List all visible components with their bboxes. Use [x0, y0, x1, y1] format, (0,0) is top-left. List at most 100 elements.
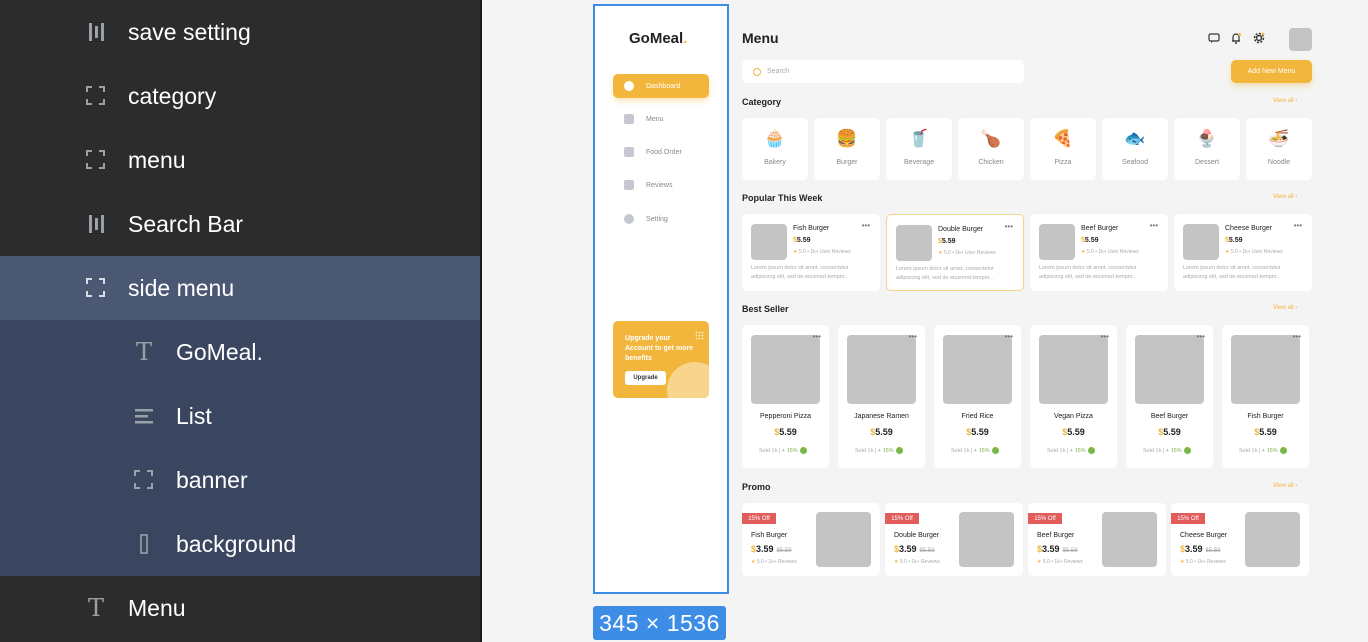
more-icon[interactable]: •••	[1101, 332, 1109, 341]
burger-icon: 🍔	[836, 129, 858, 148]
view-all-link[interactable]: View all ›	[1273, 483, 1297, 489]
discount-badge: 15% Off	[1171, 513, 1205, 524]
best-seller-card[interactable]: ••• Japanese Ramen $5.59 Sold 1k | + 15%	[838, 325, 925, 468]
food-image	[1102, 512, 1157, 567]
section-title-category: Category	[742, 97, 782, 107]
category-card[interactable]: 🥤 Beverage	[886, 118, 952, 180]
layer-menu[interactable]: menu	[0, 128, 480, 192]
star-icon: ★	[894, 559, 899, 565]
best-seller-card[interactable]: ••• Fish Burger $5.59 Sold 1k | + 15%	[1222, 325, 1309, 468]
layer-search-bar[interactable]: Search Bar	[0, 192, 480, 256]
add-new-menu-button[interactable]: Add New Menu	[1231, 60, 1312, 83]
food-image	[1039, 335, 1108, 404]
promo-card[interactable]: 15% Off Fish Burger $3.59 $5.59 ★ 5.0 • 1…	[742, 503, 880, 576]
sold-info: Sold 1k | + 15%	[1143, 447, 1191, 454]
category-card[interactable]: 🍔 Burger	[814, 118, 880, 180]
page-title: Menu	[742, 30, 779, 46]
category-card[interactable]: 🍨 Dessert	[1174, 118, 1240, 180]
layer-category[interactable]: category	[0, 64, 480, 128]
more-icon[interactable]: •••	[909, 332, 917, 341]
category-label: Bakery	[764, 159, 786, 166]
popular-card[interactable]: Beef Burger $5.59 ★ 5.0 • 1k+ User Revie…	[1030, 214, 1168, 291]
section-title-promo: Promo	[742, 482, 771, 492]
popular-card[interactable]: Double Burger $5.59 ★ 5.0 • 1k+ User Rev…	[886, 214, 1024, 291]
bell-icon[interactable]	[1230, 32, 1242, 44]
nav-menu[interactable]: Menu	[613, 107, 709, 131]
more-icon[interactable]: •••	[1197, 332, 1205, 341]
layer-side-menu[interactable]: side menu	[0, 256, 480, 320]
best-seller-card[interactable]: ••• Pepperoni Pizza $5.59 Sold 1k | + 15…	[742, 325, 829, 468]
text-icon: T	[135, 338, 152, 366]
category-label: Chicken	[978, 159, 1004, 166]
promo-card[interactable]: 15% Off Beef Burger $3.59 $5.59 ★ 5.0 • 1…	[1028, 503, 1166, 576]
category-card[interactable]: 🍗 Chicken	[958, 118, 1024, 180]
sold-info: Sold 1k | + 15%	[951, 447, 999, 454]
layer-label: List	[176, 402, 212, 429]
column-layout-icon	[85, 213, 107, 235]
upgrade-button[interactable]: Upgrade	[625, 371, 666, 385]
view-all-link[interactable]: View all ›	[1273, 194, 1297, 200]
promo-card[interactable]: 15% Off Double Burger $3.59 $5.59 ★ 5.0 •…	[885, 503, 1023, 576]
popular-card[interactable]: Cheese Burger $5.59 ★ 5.0 • 1k+ User Rev…	[1174, 214, 1312, 291]
best-seller-card[interactable]: ••• Fried Rice $5.59 Sold 1k | + 15%	[934, 325, 1021, 468]
category-card[interactable]: 🐟 Seafood	[1102, 118, 1168, 180]
layer-save-setting[interactable]: save setting	[0, 0, 480, 64]
food-name: Japanese Ramen	[854, 413, 909, 420]
category-card[interactable]: 🧁 Bakery	[742, 118, 808, 180]
layer-label: side menu	[128, 274, 235, 301]
layer-label: menu	[128, 146, 186, 173]
food-image	[751, 224, 787, 260]
nav-setting[interactable]: Setting	[613, 207, 709, 231]
food-name: Beef Burger	[1081, 225, 1119, 232]
layer-background[interactable]: background	[0, 512, 480, 576]
discount-badge: 15% Off	[742, 513, 776, 524]
food-price: $5.59	[1081, 237, 1099, 244]
food-rating: ★ 5.0 • 1k+ User Reviews	[1081, 249, 1139, 255]
layer-list[interactable]: List	[0, 384, 480, 448]
nav-food-order[interactable]: Food Order	[613, 140, 709, 164]
layer-gomeal-text[interactable]: T GoMeal.	[0, 320, 480, 384]
star-icon: ★	[1081, 249, 1086, 255]
view-all-link[interactable]: View all ›	[1273, 98, 1297, 104]
category-label: Seafood	[1121, 159, 1149, 166]
food-price: $3.59 $5.59	[894, 544, 935, 554]
category-card[interactable]: 🍕 Pizza	[1030, 118, 1096, 180]
category-label: Noodle	[1267, 159, 1291, 166]
star-icon: ★	[751, 559, 756, 565]
layer-banner[interactable]: banner	[0, 448, 480, 512]
more-icon[interactable]: •••	[1005, 222, 1013, 231]
food-image	[1245, 512, 1300, 567]
dashboard-icon	[624, 81, 634, 91]
upgrade-banner: Upgrade your Account to get more benefit…	[613, 321, 709, 398]
best-seller-card[interactable]: ••• Beef Burger $5.59 Sold 1k | + 15%	[1126, 325, 1213, 468]
nav-dashboard[interactable]: Dashboard	[613, 74, 709, 98]
star-icon: ★	[1037, 559, 1042, 565]
promo-card[interactable]: 15% Off Cheese Burger $3.59 $5.59 ★ 5.0 •…	[1171, 503, 1309, 576]
more-icon[interactable]: •••	[1293, 332, 1301, 341]
more-icon[interactable]: •••	[1294, 221, 1302, 230]
food-price: $5.59	[1225, 237, 1243, 244]
nav-reviews[interactable]: Reviews	[613, 173, 709, 197]
food-price: $3.59 $5.59	[1037, 544, 1078, 554]
food-price: $5.59	[1062, 427, 1085, 437]
avatar[interactable]	[1289, 28, 1312, 51]
chat-icon[interactable]	[1208, 32, 1220, 44]
trend-up-icon	[895, 447, 903, 454]
food-name: Double Burger	[938, 226, 984, 233]
category-card[interactable]: 🍜 Noodle	[1246, 118, 1312, 180]
gear-icon[interactable]	[1253, 32, 1265, 44]
layer-menu-text[interactable]: T Menu	[0, 576, 480, 640]
search-input[interactable]: Search	[742, 60, 1024, 83]
more-icon[interactable]: •••	[862, 221, 870, 230]
more-icon[interactable]: •••	[813, 332, 821, 341]
food-name: Pepperoni Pizza	[760, 413, 811, 420]
best-seller-card[interactable]: ••• Vegan Pizza $5.59 Sold 1k | + 15%	[1030, 325, 1117, 468]
more-icon[interactable]: •••	[1150, 221, 1158, 230]
popular-card[interactable]: Fish Burger $5.59 ★ 5.0 • 1k+ User Revie…	[742, 214, 880, 291]
food-name: Fish Burger	[793, 225, 830, 232]
view-all-link[interactable]: View all ›	[1273, 305, 1297, 311]
app-logo: GoMeal.	[629, 30, 688, 47]
food-rating: ★ 5.0 • 1k+ User Reviews	[793, 249, 851, 255]
cupcake-icon: 🧁	[764, 129, 786, 148]
more-icon[interactable]: •••	[1005, 332, 1013, 341]
